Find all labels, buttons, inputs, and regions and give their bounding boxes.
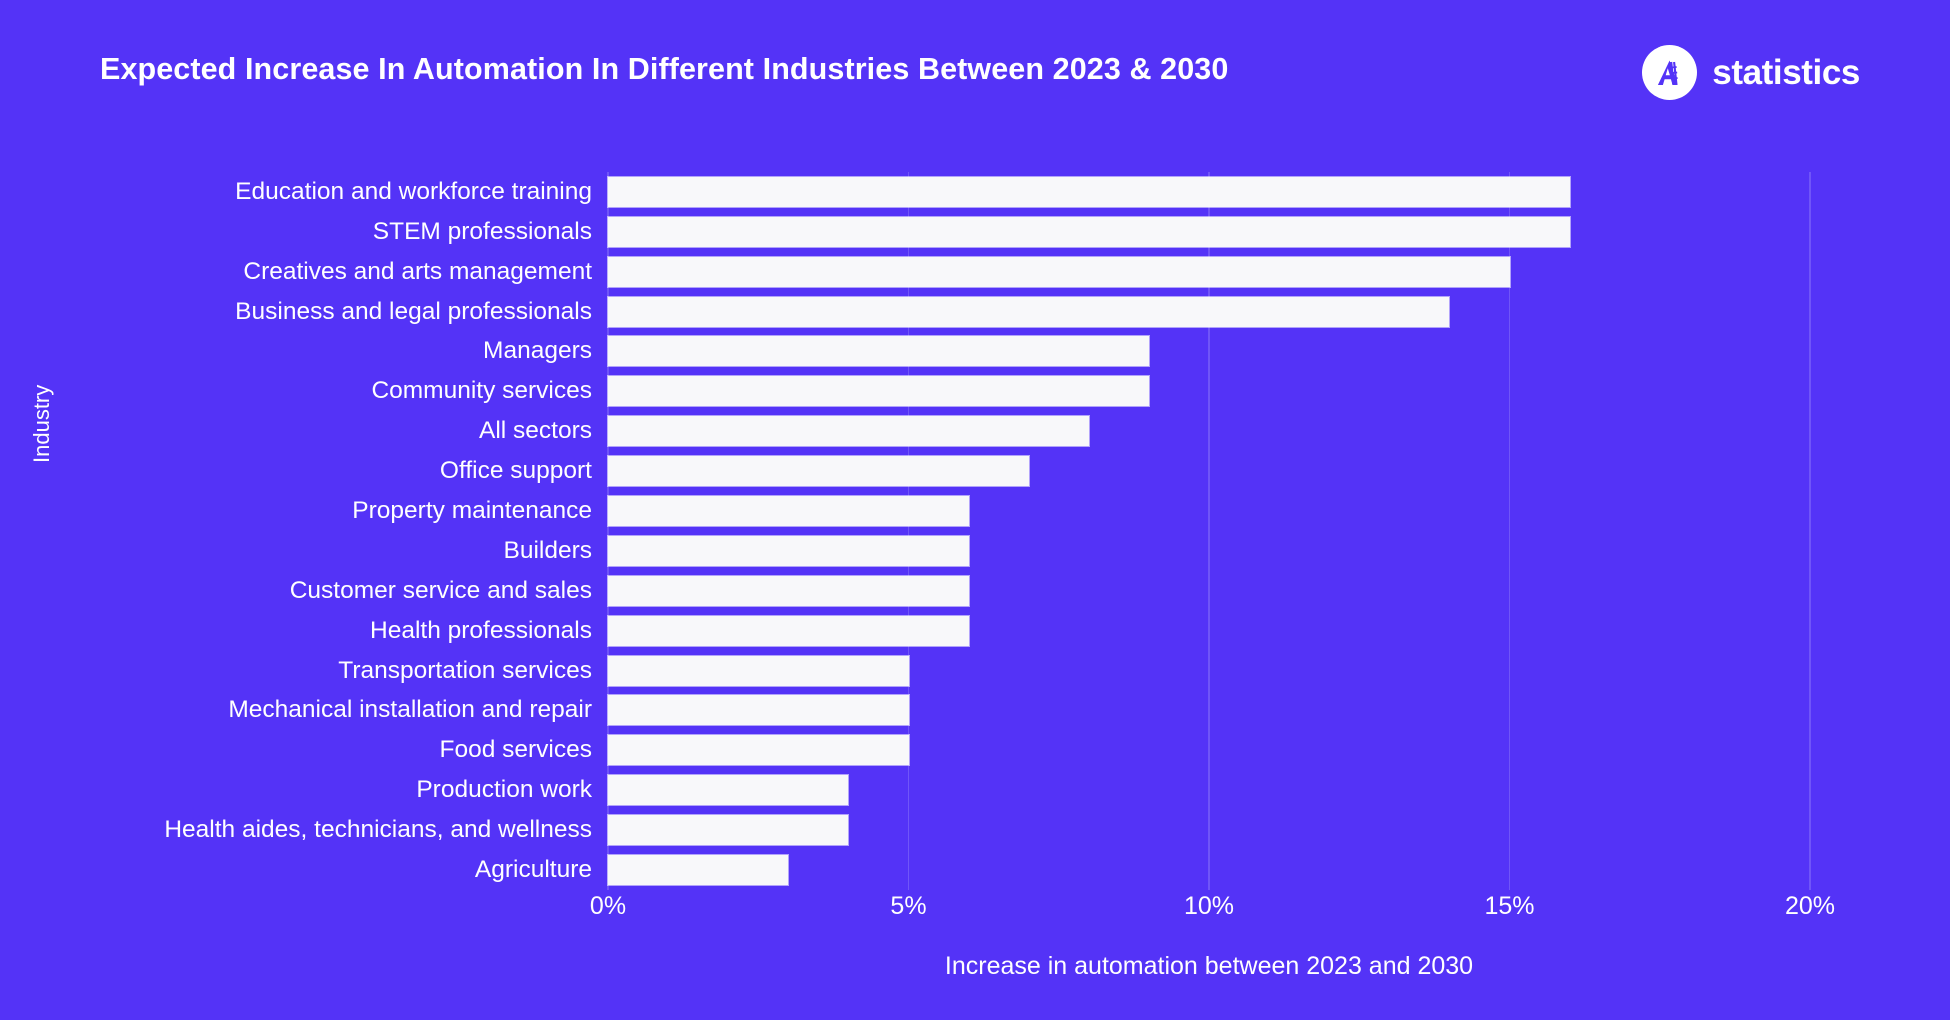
bar-rows: Education and workforce training STEM pro… — [0, 172, 1950, 890]
x-axis-tick-label: 0% — [589, 892, 627, 920]
bar[interactable] — [608, 296, 1450, 327]
bar-row[interactable]: Customer service and sales — [0, 571, 1950, 611]
bar[interactable] — [608, 496, 969, 527]
x-axis-tick-label: 5% — [890, 892, 927, 920]
y-axis-tick-label: Mechanical installation and repair — [228, 696, 592, 724]
bar-row[interactable]: STEM professionals — [0, 212, 1950, 252]
bar-row[interactable]: Community services — [0, 371, 1950, 411]
bar-row[interactable]: Production work — [0, 770, 1950, 810]
y-axis-tick-label: Builders — [503, 536, 592, 564]
y-axis-tick-label: Transportation services — [338, 656, 592, 684]
y-axis-tick-label: STEM professionals — [372, 217, 592, 245]
y-axis-tick-label: Managers — [483, 337, 592, 365]
bar[interactable] — [608, 256, 1510, 287]
bar[interactable] — [608, 456, 1029, 487]
bar-row[interactable]: Business and legal professionals — [0, 292, 1950, 332]
bar[interactable] — [608, 775, 849, 806]
bar[interactable] — [608, 416, 1089, 447]
y-axis-tick-label: Production work — [416, 776, 592, 804]
bar-row[interactable]: Food services — [0, 730, 1950, 770]
bar[interactable] — [608, 735, 909, 766]
y-axis-tick-label: Business and legal professionals — [235, 297, 592, 325]
y-axis-tick-label: Agriculture — [474, 856, 592, 884]
bar-row[interactable]: Health aides, technicians, and wellness — [0, 810, 1950, 850]
bar[interactable] — [608, 855, 789, 886]
y-axis-tick-label: Education and workforce training — [235, 177, 592, 205]
x-axis-title: Increase in automation between 2023 and … — [944, 952, 1474, 980]
bar-row[interactable]: Property maintenance — [0, 491, 1950, 531]
bar[interactable] — [608, 535, 969, 566]
chart-plot-area: Industry Education and workforce trainin… — [0, 0, 1950, 1020]
x-axis-ticks: 0% 5% 10% 15% 20% — [0, 892, 1950, 932]
y-axis-tick-label: Food services — [439, 736, 592, 764]
bar-row[interactable]: All sectors — [0, 411, 1950, 451]
x-axis-tick-label: 20% — [1784, 892, 1836, 920]
bar[interactable] — [608, 695, 909, 726]
bar-row[interactable]: Agriculture — [0, 850, 1950, 890]
x-axis-tick-label: 10% — [1183, 892, 1235, 920]
y-axis-tick-label: All sectors — [478, 417, 592, 445]
y-axis-tick-label: Community services — [371, 377, 592, 405]
bar-row[interactable]: Transportation services — [0, 651, 1950, 691]
bar[interactable] — [608, 575, 969, 606]
bar[interactable] — [608, 655, 909, 686]
y-axis-tick-label: Health aides, technicians, and wellness — [164, 816, 592, 844]
y-axis-tick-label: Property maintenance — [352, 497, 592, 525]
bar-row[interactable]: Mechanical installation and repair — [0, 691, 1950, 731]
bar[interactable] — [608, 216, 1570, 247]
y-axis-tick-label: Creatives and arts management — [243, 257, 592, 285]
bar-row[interactable]: Health professionals — [0, 611, 1950, 651]
bar-row[interactable]: Builders — [0, 531, 1950, 571]
bar[interactable] — [608, 815, 849, 846]
bar-row[interactable]: Managers — [0, 332, 1950, 372]
bar[interactable] — [608, 176, 1570, 207]
bar[interactable] — [608, 336, 1149, 367]
bar-row[interactable]: Creatives and arts management — [0, 252, 1950, 292]
bar[interactable] — [608, 615, 969, 646]
bar-row[interactable]: Education and workforce training — [0, 172, 1950, 212]
y-axis-tick-label: Office support — [439, 457, 592, 485]
bar[interactable] — [608, 376, 1149, 407]
y-axis-tick-label: Health professionals — [370, 616, 592, 644]
bar-row[interactable]: Office support — [0, 451, 1950, 491]
x-axis-tick-label: 15% — [1484, 892, 1535, 920]
y-axis-tick-label: Customer service and sales — [289, 576, 592, 604]
